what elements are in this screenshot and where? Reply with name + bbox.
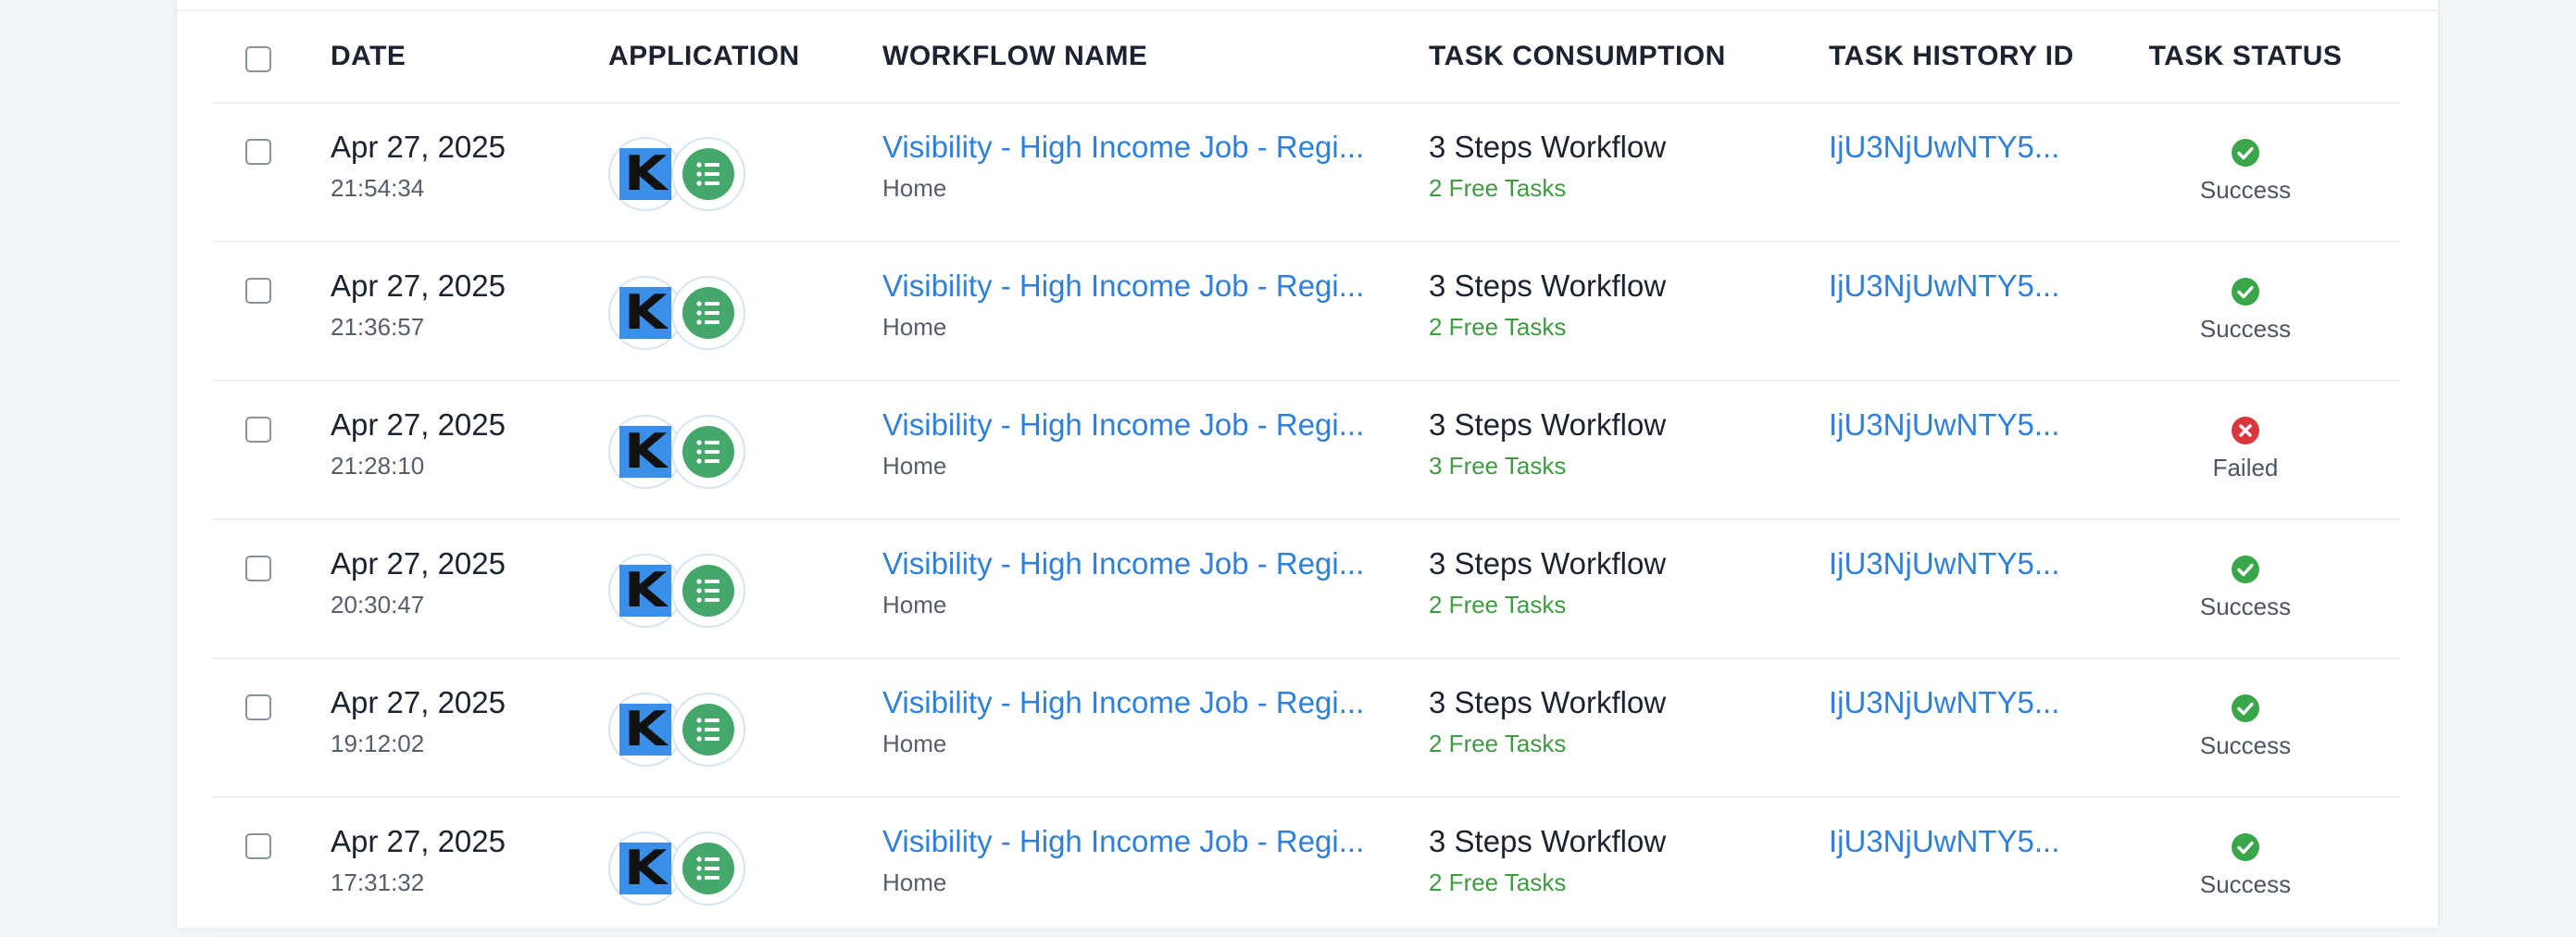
row-checkbox[interactable]: [245, 556, 271, 581]
success-check-icon: [2232, 694, 2259, 722]
task-history-id-link[interactable]: IjU3NjUwNTY5...: [1829, 407, 2059, 443]
task-consumption-steps: 3 Steps Workflow: [1429, 685, 1667, 719]
task-consumption-free-tasks: 2 Free Tasks: [1429, 591, 1567, 618]
row-date: Apr 27, 2025: [331, 546, 506, 581]
workflow-folder: Home: [882, 591, 947, 618]
list-app-icon: [671, 415, 745, 489]
select-all-checkbox[interactable]: [245, 46, 271, 72]
list-app-icon: [671, 831, 745, 906]
success-check-icon: [2232, 278, 2259, 306]
row-applications: K: [608, 831, 757, 909]
row-date: Apr 27, 2025: [331, 130, 506, 164]
task-consumption-steps: 3 Steps Workflow: [1429, 130, 1667, 164]
row-date: Apr 27, 2025: [331, 407, 506, 442]
table-row[interactable]: Apr 27, 2025 19:12:02 K Visibility - Hig…: [212, 659, 2401, 798]
row-time: 17:31:32: [331, 868, 425, 896]
column-header-task-status[interactable]: TASK STATUS: [2125, 41, 2366, 72]
task-history-panel: DATE APPLICATION WORKFLOW NAME TASK CONS…: [176, 0, 2439, 937]
workflow-name-link[interactable]: Visibility - High Income Job - Regi...: [882, 685, 1364, 720]
column-header-task-consumption[interactable]: TASK CONSUMPTION: [1429, 41, 1726, 72]
row-checkbox[interactable]: [245, 833, 271, 859]
status-label: Success: [2199, 731, 2292, 759]
row-time: 21:54:34: [331, 174, 425, 202]
row-time: 19:12:02: [331, 730, 425, 757]
workflow-folder: Home: [882, 730, 947, 757]
task-consumption-free-tasks: 2 Free Tasks: [1429, 868, 1567, 896]
row-applications: K: [608, 415, 757, 493]
status-label: Success: [2199, 593, 2292, 620]
row-checkbox[interactable]: [245, 139, 271, 165]
workflow-folder: Home: [882, 313, 947, 341]
task-history-id-link[interactable]: IjU3NjUwNTY5...: [1829, 685, 2059, 720]
task-consumption-steps: 3 Steps Workflow: [1429, 407, 1667, 442]
list-app-icon: [671, 554, 745, 628]
row-time: 20:30:47: [331, 591, 425, 618]
table-row[interactable]: Apr 27, 2025 17:31:32 K Visibility - Hig…: [212, 798, 2401, 937]
task-history-id-link[interactable]: IjU3NjUwNTY5...: [1829, 824, 2059, 859]
column-header-workflow-name[interactable]: WORKFLOW NAME: [882, 41, 1147, 72]
row-applications: K: [608, 276, 757, 354]
row-applications: K: [608, 137, 757, 215]
status-label: Success: [2199, 176, 2292, 204]
table-header-row: DATE APPLICATION WORKFLOW NAME TASK CONS…: [212, 11, 2401, 104]
workflow-folder: Home: [882, 174, 947, 202]
status-label: Success: [2199, 870, 2292, 898]
row-checkbox[interactable]: [245, 417, 271, 443]
task-history-id-link[interactable]: IjU3NjUwNTY5...: [1829, 130, 2059, 165]
task-history-table: DATE APPLICATION WORKFLOW NAME TASK CONS…: [212, 11, 2401, 937]
table-row[interactable]: Apr 27, 2025 21:28:10 K Visibility - Hig…: [212, 381, 2401, 520]
workflow-folder: Home: [882, 452, 947, 480]
row-checkbox[interactable]: [245, 694, 271, 720]
task-history-id-link[interactable]: IjU3NjUwNTY5...: [1829, 546, 2059, 581]
workflow-folder: Home: [882, 868, 947, 896]
workflow-name-link[interactable]: Visibility - High Income Job - Regi...: [882, 546, 1364, 581]
row-applications: K: [608, 693, 757, 770]
row-date: Apr 27, 2025: [331, 269, 506, 303]
workflow-name-link[interactable]: Visibility - High Income Job - Regi...: [882, 130, 1364, 165]
row-applications: K: [608, 554, 757, 631]
task-consumption-steps: 3 Steps Workflow: [1429, 824, 1667, 858]
status-label: Failed: [2212, 454, 2279, 481]
task-consumption-steps: 3 Steps Workflow: [1429, 269, 1667, 303]
row-date: Apr 27, 2025: [331, 685, 506, 719]
row-date: Apr 27, 2025: [331, 824, 506, 858]
table-row[interactable]: Apr 27, 2025 20:30:47 K Visibility - Hig…: [212, 520, 2401, 659]
success-check-icon: [2232, 139, 2259, 167]
list-app-icon: [671, 137, 745, 211]
workflow-name-link[interactable]: Visibility - High Income Job - Regi...: [882, 824, 1364, 859]
workflow-name-link[interactable]: Visibility - High Income Job - Regi...: [882, 269, 1364, 304]
workflow-name-link[interactable]: Visibility - High Income Job - Regi...: [882, 407, 1364, 443]
row-time: 21:36:57: [331, 313, 425, 341]
success-check-icon: [2232, 833, 2259, 861]
task-consumption-free-tasks: 2 Free Tasks: [1429, 174, 1567, 202]
list-app-icon: [671, 276, 745, 350]
table-row[interactable]: Apr 27, 2025 21:54:34 K Visibility - Hig…: [212, 104, 2401, 243]
task-consumption-free-tasks: 2 Free Tasks: [1429, 313, 1567, 341]
status-label: Success: [2199, 315, 2292, 343]
task-consumption-free-tasks: 2 Free Tasks: [1429, 730, 1567, 757]
failed-x-icon: [2232, 417, 2259, 444]
task-history-id-link[interactable]: IjU3NjUwNTY5...: [1829, 269, 2059, 304]
column-header-application[interactable]: APPLICATION: [608, 41, 800, 72]
row-checkbox[interactable]: [245, 278, 271, 304]
column-header-date[interactable]: DATE: [331, 41, 406, 72]
task-consumption-free-tasks: 3 Free Tasks: [1429, 452, 1567, 480]
table-body: Apr 27, 2025 21:54:34 K Visibility - Hig…: [212, 104, 2401, 937]
table-row[interactable]: Apr 27, 2025 21:36:57 K Visibility - Hig…: [212, 243, 2401, 381]
row-time: 21:28:10: [331, 452, 425, 480]
success-check-icon: [2232, 556, 2259, 583]
list-app-icon: [671, 693, 745, 767]
task-consumption-steps: 3 Steps Workflow: [1429, 546, 1667, 581]
column-header-task-history-id[interactable]: TASK HISTORY ID: [1829, 41, 2074, 72]
